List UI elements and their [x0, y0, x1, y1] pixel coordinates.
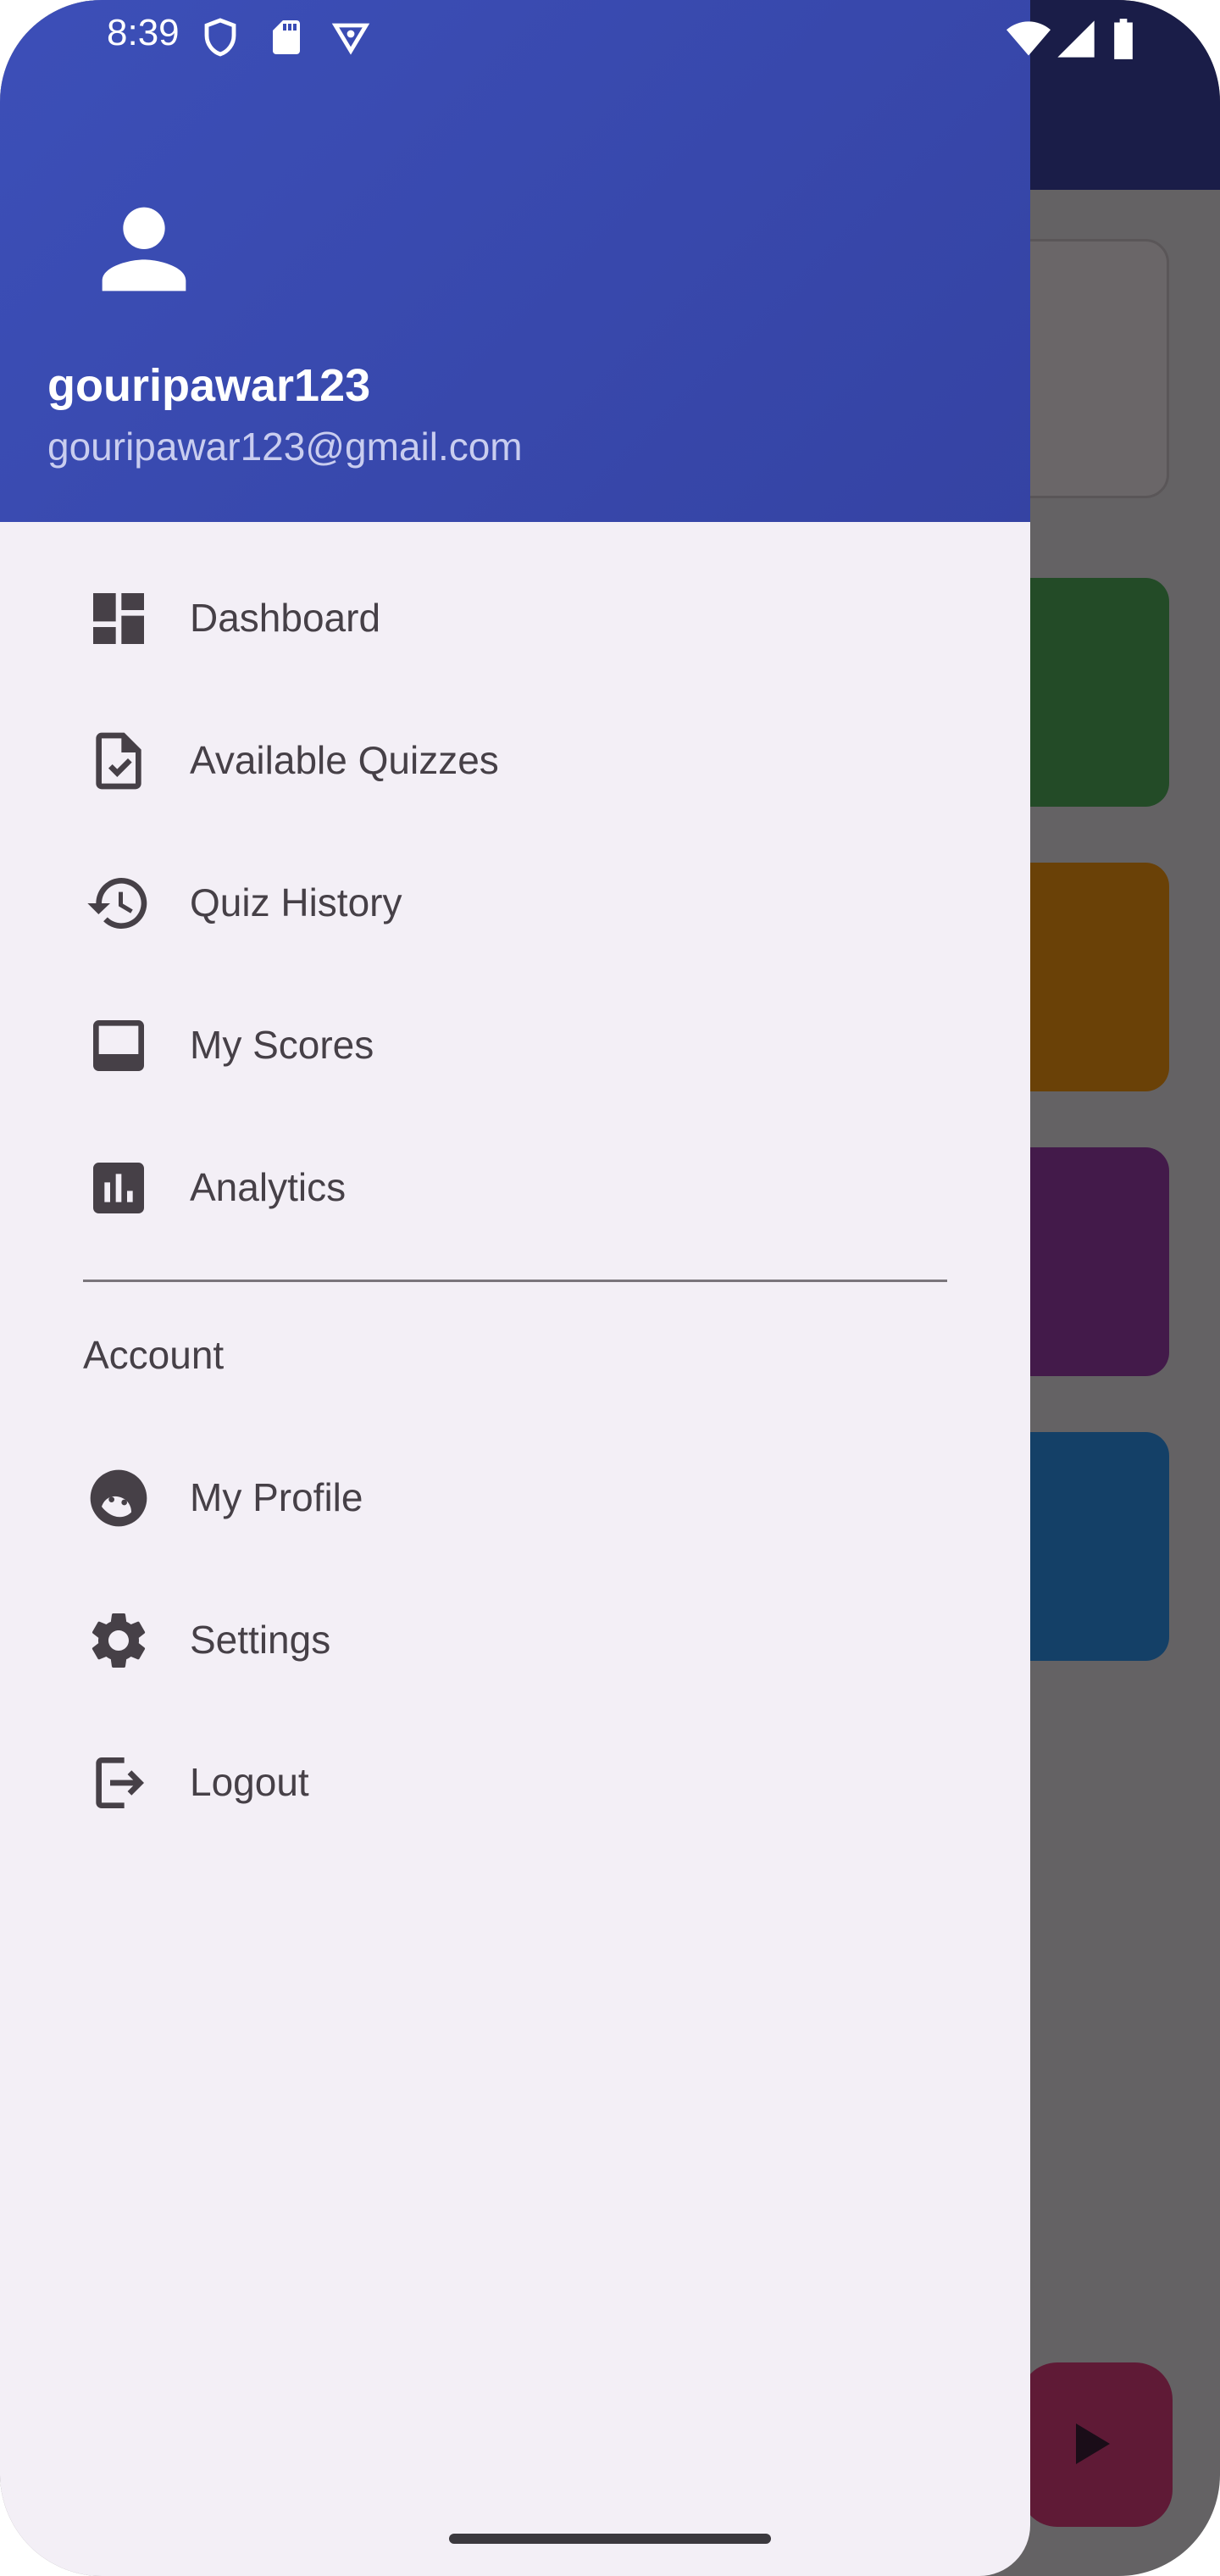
menu-item-available-quizzes[interactable]: Available Quizzes	[0, 690, 1030, 832]
vpn-icon	[331, 23, 370, 55]
menu-label: Quiz History	[190, 880, 402, 924]
menu-item-dashboard[interactable]: Dashboard	[0, 547, 1030, 690]
menu-label: Dashboard	[190, 596, 381, 640]
signal-icon	[1057, 20, 1095, 58]
menu-label: Analytics	[190, 1165, 347, 1209]
play-icon	[1076, 2423, 1110, 2464]
status-bar: 8:39	[0, 0, 1220, 76]
menu-label: Available Quizzes	[190, 738, 499, 782]
logout-icon	[81, 1751, 156, 1815]
section-title-account: Account	[83, 1333, 225, 1377]
person-icon	[102, 207, 186, 291]
dashboard-icon	[81, 586, 156, 651]
menu-label: Settings	[190, 1618, 331, 1662]
assignment-check-icon	[81, 729, 156, 793]
shield-icon	[204, 18, 236, 57]
menu-item-my-scores[interactable]: My Scores	[0, 974, 1030, 1117]
menu-label: My Scores	[190, 1023, 374, 1067]
menu-item-my-profile[interactable]: My Profile	[0, 1427, 1030, 1569]
wifi-icon	[1006, 21, 1051, 56]
menu-item-analytics[interactable]: Analytics	[0, 1117, 1030, 1259]
home-indicator[interactable]	[449, 2534, 771, 2544]
analytics-icon	[81, 1156, 156, 1220]
menu-item-quiz-history[interactable]: Quiz History	[0, 832, 1030, 974]
device-screen: gouripawar123 gouripawar123@gmail.com Da…	[0, 0, 1220, 2576]
menu-divider	[83, 1280, 947, 1282]
menu-item-logout[interactable]: Logout	[0, 1712, 1030, 1854]
user-name: gouripawar123	[47, 360, 371, 411]
drawer-header: gouripawar123 gouripawar123@gmail.com	[0, 0, 1030, 522]
menu-item-settings[interactable]: Settings	[0, 1569, 1030, 1712]
sd-card-icon	[273, 20, 300, 54]
history-icon	[81, 871, 156, 935]
background-fab[interactable]	[1020, 2362, 1173, 2527]
profile-face-icon	[81, 1466, 156, 1530]
user-email: gouripawar123@gmail.com	[47, 425, 523, 469]
battery-icon	[1114, 19, 1133, 59]
menu-label: Logout	[190, 1760, 309, 1804]
gear-icon	[81, 1608, 156, 1673]
status-time: 8:39	[107, 12, 180, 53]
menu-label: My Profile	[190, 1475, 363, 1519]
scores-icon	[81, 1013, 156, 1078]
navigation-drawer: gouripawar123 gouripawar123@gmail.com Da…	[0, 0, 1030, 2576]
